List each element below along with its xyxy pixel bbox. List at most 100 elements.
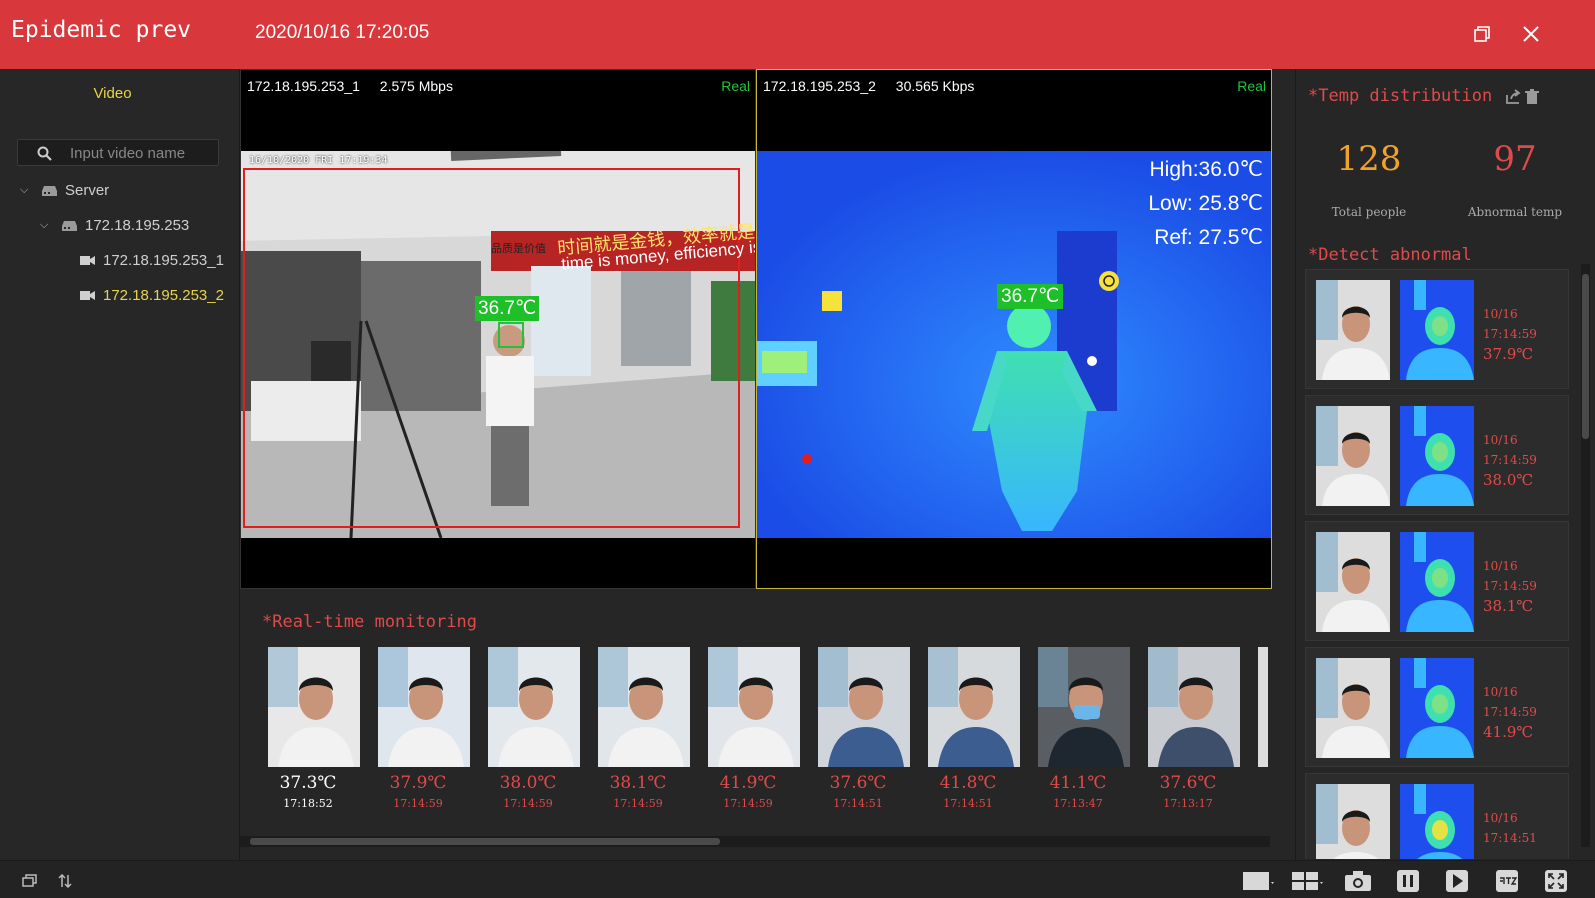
realtime-item[interactable]: 41.1℃ 17:13:47 [1038,647,1130,810]
app-title: Epidemic prev [11,17,192,43]
video-2-thermal-feed: High:36.0℃ Low: 25.8℃ Ref: 27.5℃ 36.7℃ [757,151,1271,538]
snapshot-icon[interactable] [1343,869,1373,893]
realtime-face-photo [268,647,360,767]
chevron-down-icon[interactable]: ⌵ [20,184,34,197]
thermal-high: High:36.0℃ [1149,158,1263,181]
realtime-time: 17:14:59 [393,797,443,810]
current-datetime: 2020/10/16 17:20:05 [255,22,430,43]
realtime-temp: 37.6℃ [1159,773,1217,793]
abnormal-item[interactable]: 10/16 17:14:59 38.1℃ [1305,521,1569,641]
realtime-temp: 38.0℃ [499,773,557,793]
horizontal-scrollbar[interactable] [240,836,1270,847]
sort-icon[interactable] [55,869,75,893]
realtime-item[interactable]: 37.3℃ 17:18:52 [268,647,360,810]
play-icon[interactable] [1442,869,1472,893]
abnormal-item[interactable]: 10/16 17:14:59 37.9℃ [1305,269,1569,389]
realtime-face-photo [928,647,1020,767]
tree-device-label: 172.18.195.253 [85,216,190,234]
tab-video[interactable]: Video [0,69,225,119]
video-panel-1[interactable]: 172.18.195.253_1 2.575 Mbps Real 16/10/2… [240,69,756,589]
chevron-down-icon[interactable]: ⌵ [40,219,54,232]
thermal-ref: Ref: 27.5℃ [1154,226,1263,249]
video-1-face-temp: 36.7℃ [475,296,540,321]
video-1-osd-timestamp: 16/10/2020 FRI 17:19:34 [249,155,388,166]
realtime-item[interactable]: 38.0℃ 17:14:59 [488,647,580,810]
realtime-time: 17:14:51 [943,797,993,810]
abnormal-temp-label: Abnormal temp [1467,205,1563,219]
video-1-sign: 品质是价值 [491,242,546,255]
window-icon[interactable] [20,869,40,893]
abnormal-time: 17:14:59 [1483,579,1537,593]
realtime-temp: 41.8℃ [939,773,997,793]
abnormal-thermal-photo [1400,280,1474,380]
realtime-time: 17:14:59 [503,797,553,810]
abnormal-item[interactable]: 10/16 17:14:51 [1305,773,1569,859]
abnormal-temp: 37.9℃ [1483,345,1534,363]
search-input[interactable] [70,143,210,163]
abnormal-item[interactable]: 10/16 17:14:59 38.0℃ [1305,395,1569,515]
horizontal-scrollbar-thumb[interactable] [250,838,720,845]
realtime-item[interactable]: 41.8℃ 17:14:51 [928,647,1020,810]
vertical-scrollbar-thumb[interactable] [1582,274,1589,439]
export-icon[interactable] [1505,89,1521,105]
abnormal-temp: 38.0℃ [1483,471,1534,489]
realtime-temp: 38.1℃ [609,773,667,793]
realtime-temp: 41.1℃ [1049,773,1107,793]
restore-icon[interactable] [1468,20,1496,48]
abnormal-temp: 41.9℃ [1483,723,1534,741]
thermal-low: Low: 25.8℃ [1148,192,1263,215]
abnormal-date: 10/16 [1483,559,1518,573]
tree-channel-1-label: 172.18.195.253_1 [103,251,224,269]
abnormal-face-photo [1316,532,1390,632]
layout-icon[interactable] [1241,869,1277,893]
abnormal-temp: 38.1℃ [1483,597,1534,615]
detect-abnormal-title: *Detect abnormal [1308,245,1472,265]
realtime-time: 17:14:59 [613,797,663,810]
temp-distribution-title: *Temp distribution [1308,86,1493,106]
tree-device[interactable]: ⌵ 172.18.195.253 [40,211,189,239]
ptz-icon[interactable] [1492,869,1522,893]
server-icon [62,220,77,231]
abnormal-list: 10/16 17:14:59 37.9℃ 10/16 17:14:59 38.0℃ 10/1… [1305,269,1571,859]
video-1-scene [241,151,755,538]
close-icon[interactable] [1517,20,1545,48]
video-2-header: 172.18.195.253_2 30.565 Kbps [763,78,974,94]
realtime-temp: 37.6℃ [829,773,887,793]
realtime-face-photo [708,647,800,767]
abnormal-info: 10/16 17:14:59 41.9℃ [1483,682,1537,742]
abnormal-info: 10/16 17:14:59 38.1℃ [1483,556,1537,616]
abnormal-thermal-photo [1400,784,1474,859]
right-panel: *Temp distribution 128 Total people 97 A… [1295,69,1595,860]
realtime-time: 17:13:47 [1053,797,1103,810]
vertical-scrollbar[interactable] [1581,264,1590,847]
abnormal-item[interactable]: 10/16 17:14:59 41.9℃ [1305,647,1569,767]
video-panel-2[interactable]: 172.18.195.253_2 30.565 Kbps Real High:3… [756,69,1272,589]
abnormal-date: 10/16 [1483,433,1518,447]
sidebar: Video ⌵ Server ⌵ 172.18.195.253 172.18.1… [0,69,240,860]
grid-icon[interactable] [1290,869,1326,893]
realtime-face-photo [598,647,690,767]
tree-server[interactable]: ⌵ Server [20,176,109,204]
video-1-header: 172.18.195.253_1 2.575 Mbps [247,78,453,94]
abnormal-date: 10/16 [1483,307,1518,321]
pause-icon[interactable] [1393,869,1423,893]
tree-channel-1[interactable]: 172.18.195.253_1 [80,246,224,274]
bottom-toolbar [0,860,1595,898]
tree-channel-2[interactable]: 172.18.195.253_2 [80,281,224,309]
realtime-time: 17:13:17 [1163,797,1213,810]
fullscreen-icon[interactable] [1541,869,1571,893]
abnormal-date: 10/16 [1483,811,1518,825]
realtime-item[interactable]: 41.9℃ 17:14:59 [708,647,800,810]
realtime-item[interactable]: 37.6℃ 17:14:51 [818,647,910,810]
abnormal-temp-count: 97 [1493,139,1537,179]
trash-icon[interactable] [1525,89,1539,105]
realtime-item[interactable]: 37.9℃ 17:14:59 [378,647,470,810]
abnormal-time: 17:14:59 [1483,327,1537,341]
video-2-mode: Real [1237,78,1266,94]
realtime-item[interactable]: 38.1℃ 17:14:59 [598,647,690,810]
search-icon[interactable] [37,146,52,161]
realtime-temp: 37.3℃ [279,773,337,793]
abnormal-time: 17:14:51 [1483,831,1537,845]
realtime-item[interactable]: 37.6℃ 17:13:17 [1148,647,1240,810]
video-1-bitrate: 2.575 Mbps [379,78,453,94]
